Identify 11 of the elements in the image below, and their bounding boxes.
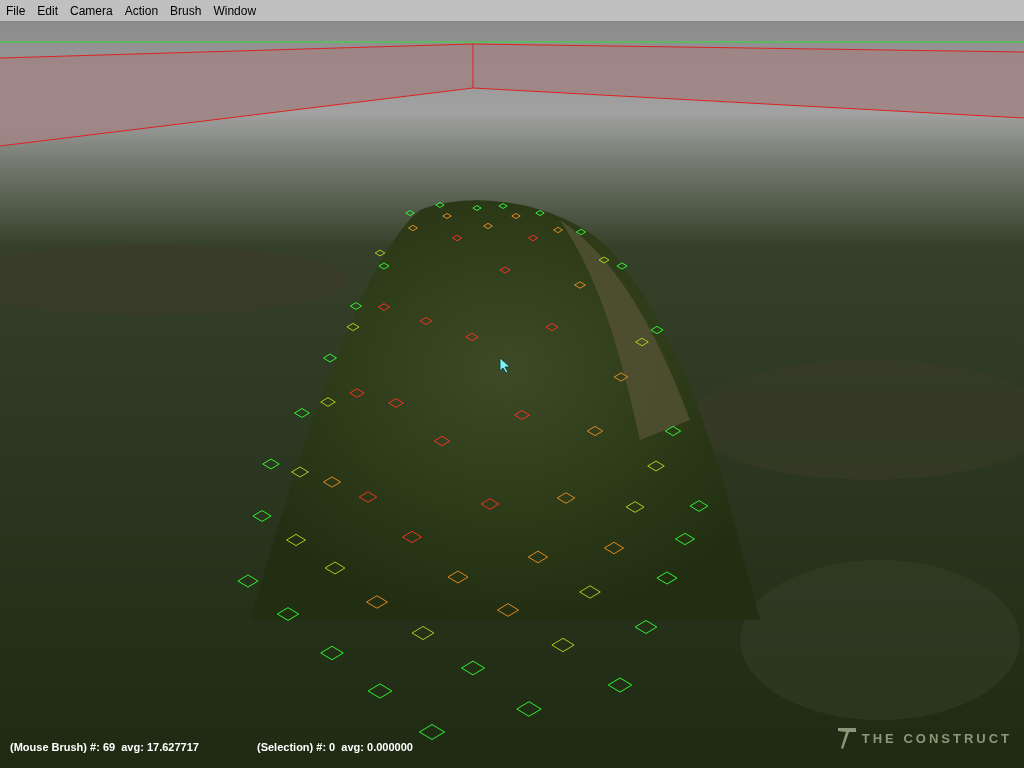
mouse-cursor-icon <box>499 357 511 373</box>
menu-item[interactable]: Action <box>118 0 165 22</box>
menu-item[interactable]: Brush <box>164 0 208 22</box>
menu-item[interactable]: Window <box>207 0 263 22</box>
hammer-icon <box>835 726 858 750</box>
mouse-brush-status: (Mouse Brush) #: 69 avg: 17.627717 <box>10 741 199 753</box>
menu-item[interactable]: Edit <box>31 0 65 22</box>
selection-status: (Selection) #: 0 avg: 0.000000 <box>257 741 413 753</box>
logo-text: THE CONSTRUCT <box>861 730 1012 746</box>
menu-item[interactable]: File <box>0 0 32 22</box>
menu-item[interactable]: Camera <box>64 0 119 22</box>
